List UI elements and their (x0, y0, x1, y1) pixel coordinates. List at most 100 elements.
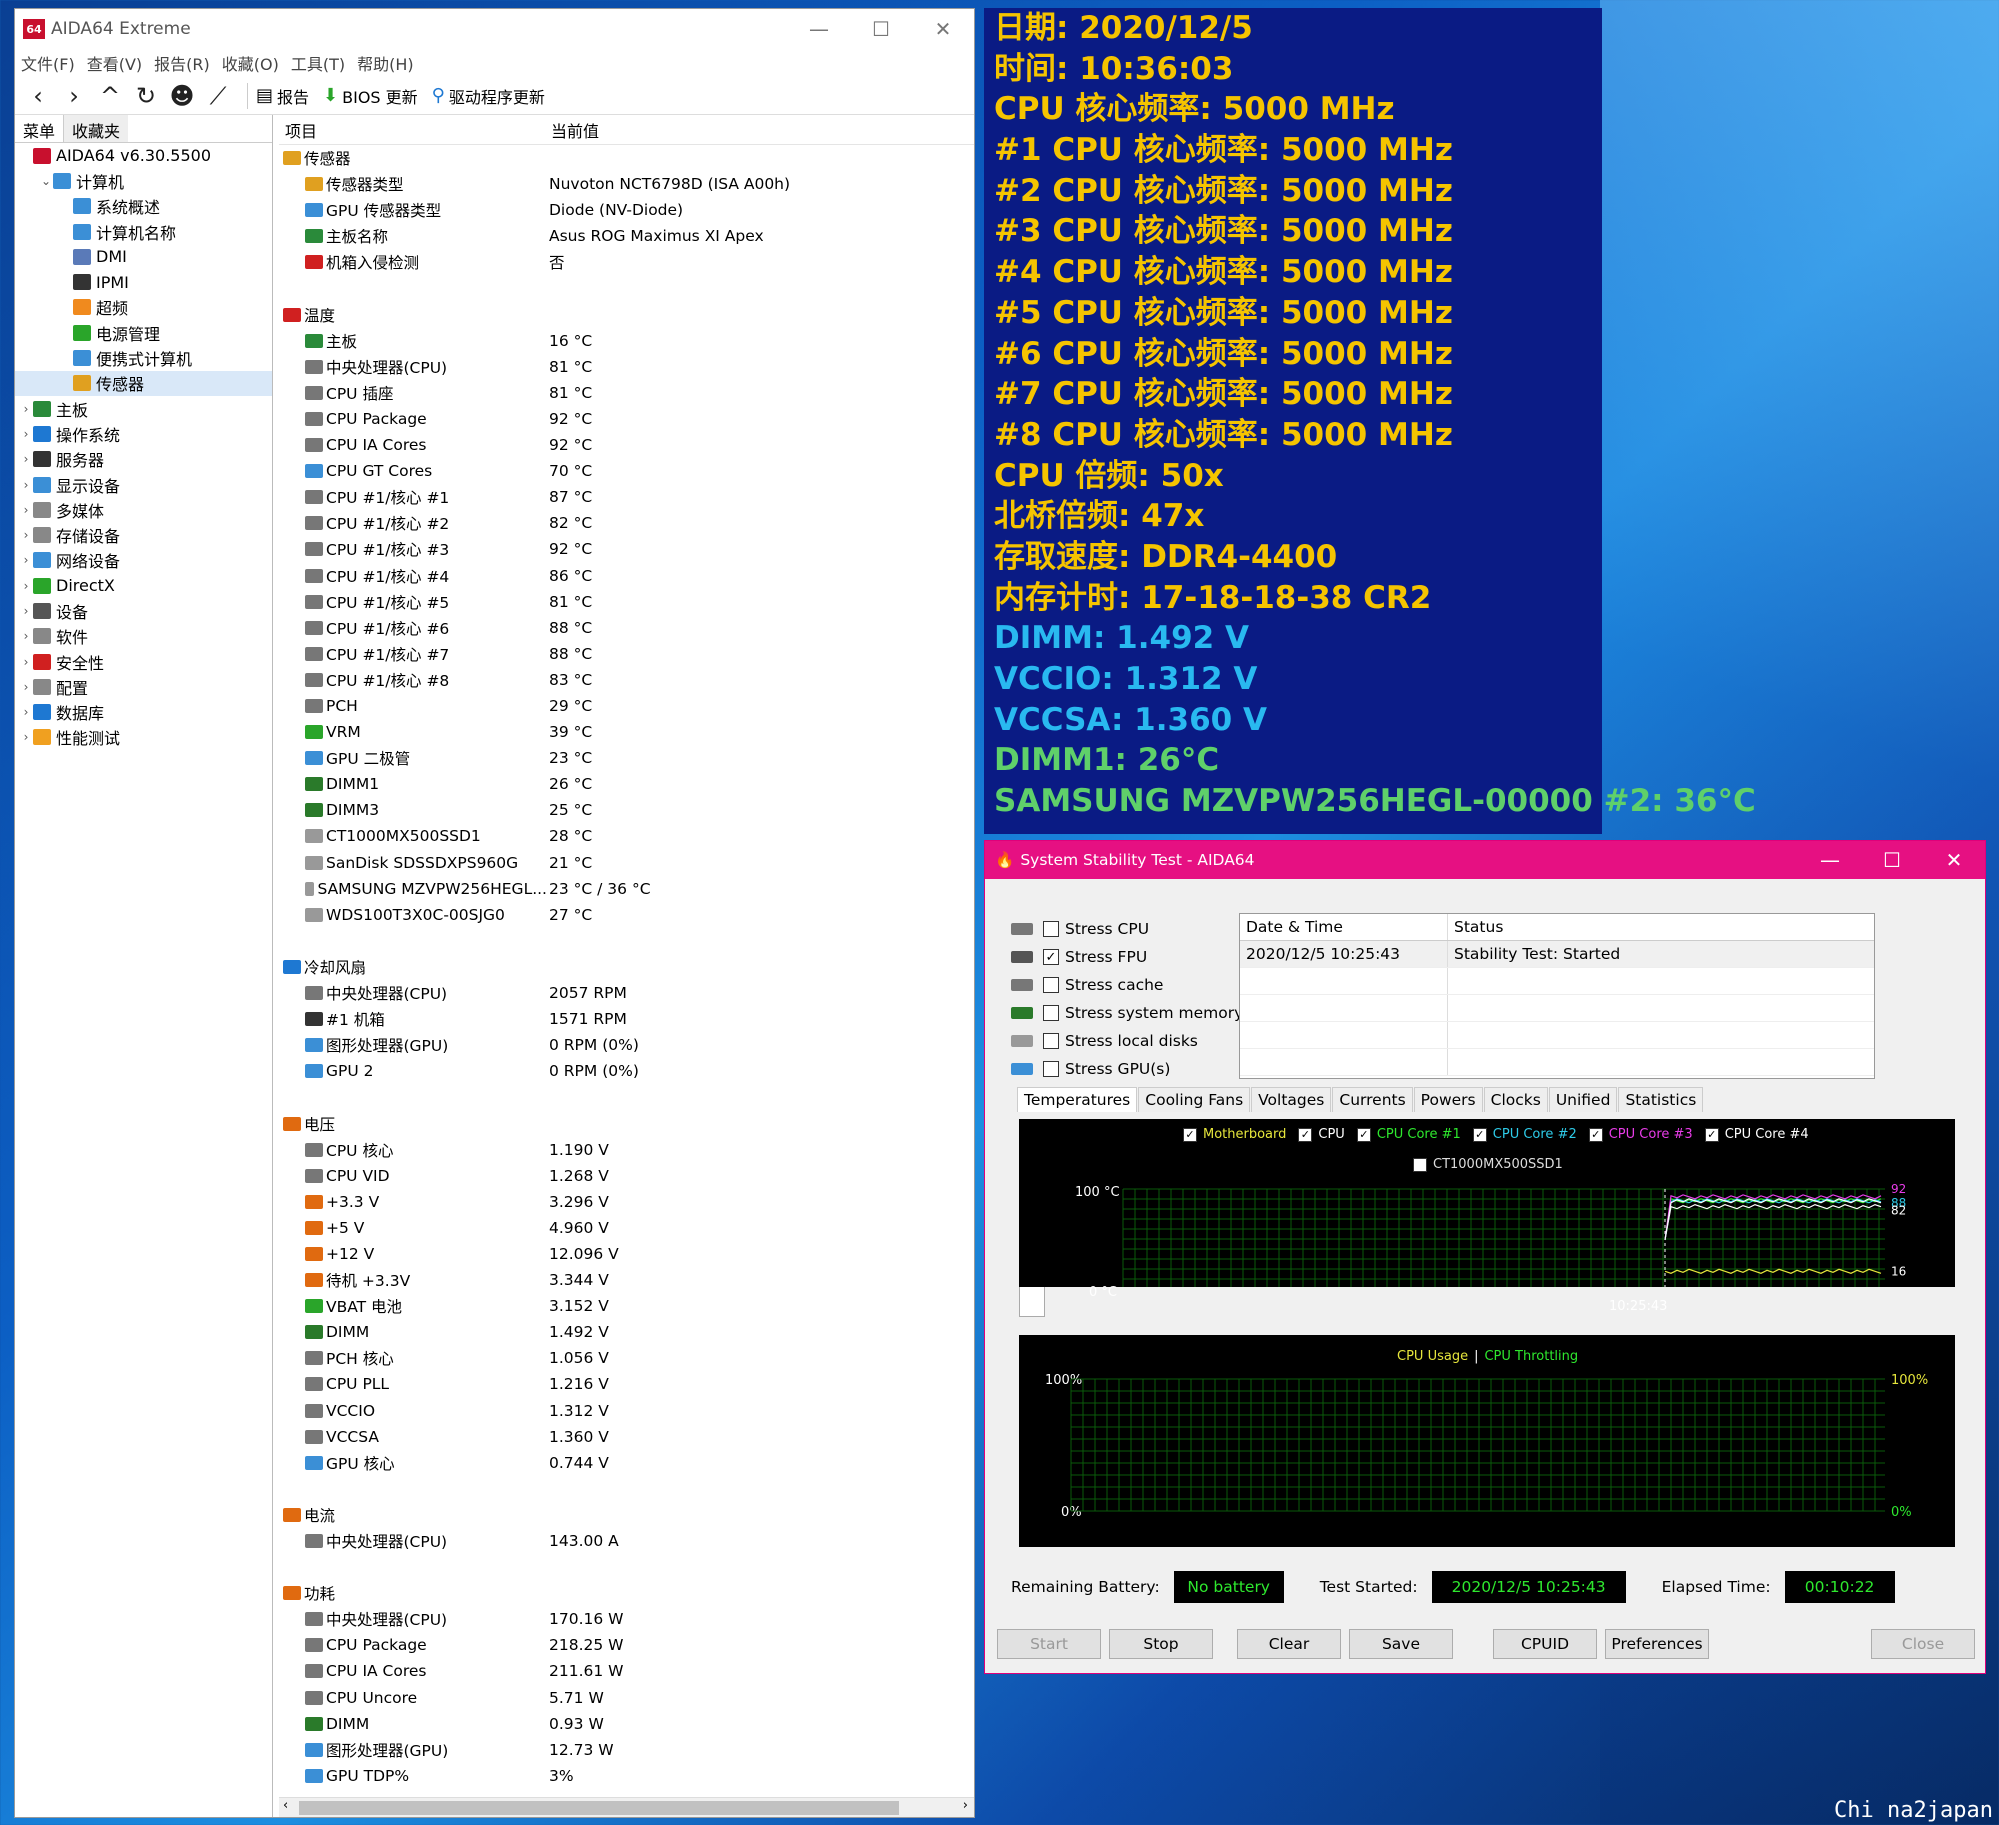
sensor-row[interactable]: CPU Package 218.25 W (279, 1632, 974, 1658)
user-icon[interactable]: ☻ (167, 82, 197, 110)
sensor-row[interactable]: SAMSUNG MZVPW256HEGL... 23 °C / 36 °C (279, 876, 974, 902)
tree-item[interactable]: › 安全性 (15, 649, 272, 674)
preferences-button[interactable]: Preferences (1605, 1629, 1709, 1659)
sensor-row[interactable]: CPU 插座 81 °C (279, 380, 974, 406)
expand-arrow-icon[interactable]: › (19, 452, 33, 466)
forward-icon[interactable]: › (59, 82, 89, 110)
minimize-button[interactable]: — (788, 17, 850, 41)
section-header[interactable]: 电流 (279, 1502, 974, 1528)
sensor-row[interactable]: CPU 核心 1.190 V (279, 1137, 974, 1163)
sensor-row[interactable]: 图形处理器(GPU) 12.73 W (279, 1737, 974, 1763)
tree-item[interactable]: 便携式计算机 (15, 345, 272, 370)
sensor-row[interactable]: CPU #1/核心 #2 82 °C (279, 510, 974, 536)
tree-item[interactable]: › 网络设备 (15, 548, 272, 573)
stress-option[interactable]: Stress CPU (1011, 915, 1243, 943)
column-header-item[interactable]: 项目 (279, 118, 547, 142)
sensor-row[interactable]: CPU IA Cores 211.61 W (279, 1658, 974, 1684)
tree-item[interactable]: › DirectX (15, 573, 272, 598)
section-header[interactable]: 传感器 (279, 145, 974, 171)
expand-arrow-icon[interactable]: ⌄ (39, 174, 53, 188)
tree-item[interactable]: AIDA64 v6.30.5500 (15, 143, 272, 168)
tree-item[interactable]: 电源管理 (15, 320, 272, 345)
sensor-row[interactable]: DIMM3 25 °C (279, 797, 974, 823)
sensor-row[interactable]: VRM 39 °C (279, 719, 974, 745)
tree-item[interactable]: › 主板 (15, 396, 272, 421)
sensor-row[interactable]: CPU #1/核心 #7 88 °C (279, 641, 974, 667)
sst-minimize-button[interactable]: — (1799, 848, 1861, 872)
tree-item[interactable]: › 配置 (15, 674, 272, 699)
tab-menu[interactable]: 菜单 (15, 115, 65, 142)
stress-checkbox[interactable]: ✓ (1043, 949, 1059, 965)
sensor-row[interactable]: GPU 二极管 23 °C (279, 745, 974, 771)
sensor-row[interactable]: CPU #1/核心 #4 86 °C (279, 563, 974, 589)
section-header[interactable]: 电压 (279, 1110, 974, 1136)
stress-option[interactable]: ✓ Stress FPU (1011, 943, 1243, 971)
stress-option[interactable]: Stress local disks (1011, 1027, 1243, 1055)
tree-item[interactable]: IPMI (15, 269, 272, 294)
sensor-row[interactable]: 中央处理器(CPU) 81 °C (279, 354, 974, 380)
save-button[interactable]: Save (1349, 1629, 1453, 1659)
stress-checkbox[interactable] (1043, 1005, 1059, 1021)
sensor-row[interactable]: 机箱入侵检测 否 (279, 249, 974, 275)
tree-item[interactable]: 传感器 (15, 370, 272, 396)
expand-arrow-icon[interactable]: › (19, 705, 33, 719)
tab-currents[interactable]: Currents (1332, 1087, 1413, 1112)
close-button[interactable]: ✕ (912, 17, 974, 41)
tab-cooling-fans[interactable]: Cooling Fans (1138, 1087, 1251, 1112)
stress-checkbox[interactable] (1043, 1061, 1059, 1077)
sensor-row[interactable]: GPU 核心 0.744 V (279, 1450, 974, 1476)
scroll-right-icon[interactable]: › (963, 1798, 968, 1813)
sensor-row[interactable]: +3.3 V 3.296 V (279, 1189, 974, 1215)
sensor-row[interactable]: PCH 29 °C (279, 693, 974, 719)
expand-arrow-icon[interactable]: › (19, 478, 33, 492)
sensor-row[interactable]: VCCSA 1.360 V (279, 1424, 974, 1450)
expand-arrow-icon[interactable]: › (19, 528, 33, 542)
column-header-value[interactable]: 当前值 (547, 118, 599, 142)
sensor-row[interactable]: CPU IA Cores 92 °C (279, 432, 974, 458)
sensor-row[interactable]: DIMM 1.492 V (279, 1319, 974, 1345)
tab-favorites[interactable]: 收藏夹 (64, 115, 129, 142)
tree-item[interactable]: › 设备 (15, 598, 272, 623)
expand-arrow-icon[interactable]: › (19, 579, 33, 593)
section-header[interactable]: 功耗 (279, 1580, 974, 1606)
tab-temperatures[interactable]: Temperatures (1017, 1087, 1138, 1112)
tree-item[interactable]: DMI (15, 244, 272, 269)
sensor-row[interactable]: CPU #1/核心 #8 83 °C (279, 667, 974, 693)
sensor-row[interactable]: 中央处理器(CPU) 2057 RPM (279, 980, 974, 1006)
menu-view[interactable]: 查看(V) (87, 51, 142, 75)
tree-item[interactable]: › 多媒体 (15, 497, 272, 522)
tab-voltages[interactable]: Voltages (1251, 1087, 1332, 1112)
clear-button[interactable]: Clear (1237, 1629, 1341, 1659)
sensor-row[interactable]: DIMM 0.93 W (279, 1711, 974, 1737)
sensor-row[interactable]: CPU VID 1.268 V (279, 1163, 974, 1189)
section-header[interactable]: 温度 (279, 302, 974, 328)
sensor-row[interactable]: GPU 传感器类型 Diode (NV-Diode) (279, 197, 974, 223)
menu-report[interactable]: 报告(R) (154, 51, 210, 75)
sensor-row[interactable]: CPU GT Cores 70 °C (279, 458, 974, 484)
sensor-row[interactable]: DIMM1 26 °C (279, 771, 974, 797)
stress-checkbox[interactable] (1043, 977, 1059, 993)
start-button[interactable]: Start (997, 1629, 1101, 1659)
report-button[interactable]: ▤ 报告 (256, 84, 309, 108)
sensor-row[interactable]: 主板名称 Asus ROG Maximus XI Apex (279, 223, 974, 249)
sensor-row[interactable]: 传感器类型 Nuvoton NCT6798D (ISA A00h) (279, 171, 974, 197)
sensor-row[interactable]: CPU Package 92 °C (279, 406, 974, 432)
tree-item[interactable]: › 存储设备 (15, 522, 272, 547)
expand-arrow-icon[interactable]: › (19, 655, 33, 669)
stop-button[interactable]: Stop (1109, 1629, 1213, 1659)
sensor-row[interactable]: 中央处理器(CPU) 143.00 A (279, 1528, 974, 1554)
sst-close-button[interactable]: ✕ (1923, 848, 1985, 872)
tree-item[interactable]: › 性能测试 (15, 725, 272, 750)
expand-arrow-icon[interactable]: › (19, 680, 33, 694)
scroll-left-icon[interactable]: ‹ (283, 1798, 288, 1813)
menu-tools[interactable]: 工具(T) (291, 51, 345, 75)
tree-item[interactable]: › 显示设备 (15, 472, 272, 497)
sensor-row[interactable]: CPU PLL 1.216 V (279, 1371, 974, 1397)
tree-item[interactable]: 计算机名称 (15, 219, 272, 244)
tab-powers[interactable]: Powers (1413, 1087, 1483, 1112)
sensor-row[interactable]: 主板 16 °C (279, 328, 974, 354)
scrollbar-thumb[interactable] (299, 1801, 899, 1815)
driver-update-button[interactable]: ⚲ 驱动程序更新 (432, 84, 545, 108)
sensor-row[interactable]: +5 V 4.960 V (279, 1215, 974, 1241)
sensor-row[interactable]: GPU TDP% 3% (279, 1763, 974, 1789)
